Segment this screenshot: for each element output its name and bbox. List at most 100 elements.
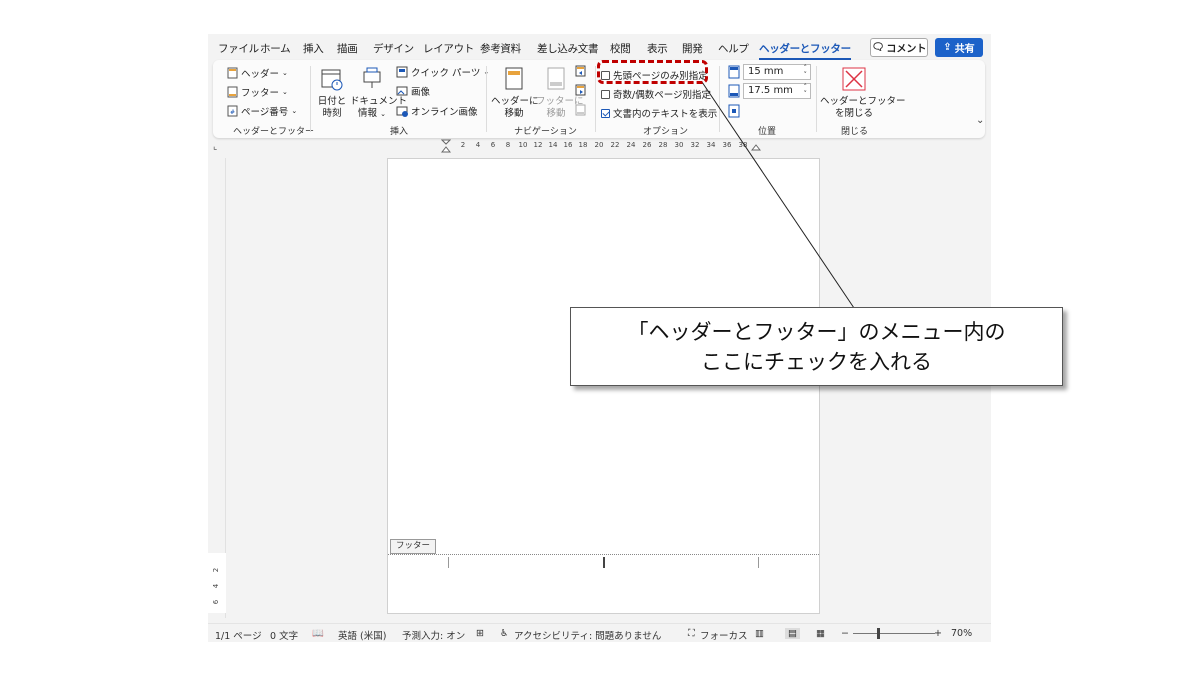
- close-label-2: を閉じる: [834, 108, 873, 119]
- right-indent-icon[interactable]: [751, 143, 761, 151]
- ruler-tick: 34: [706, 141, 716, 149]
- comment-label: コメント: [886, 44, 927, 55]
- focus-mode[interactable]: フォーカス: [700, 628, 748, 642]
- ruler-tick: 6: [490, 141, 496, 149]
- odd-even-checkbox[interactable]: 奇数/偶数ページ別指定: [601, 87, 711, 101]
- comment-icon: 🗨: [871, 42, 885, 53]
- next-section-icon: [575, 84, 586, 96]
- tab-help[interactable]: ヘルプ: [718, 41, 749, 56]
- tab-design[interactable]: デザイン: [373, 41, 414, 56]
- footer-position-spinner[interactable]: 17.5 mm ˄ ˅: [743, 83, 811, 99]
- header-label: ヘッダー: [241, 69, 280, 80]
- tab-review[interactable]: 校閲: [610, 41, 631, 56]
- goto-footer-button[interactable]: フッターに 移動: [536, 66, 584, 120]
- ruler-tick: 16: [563, 141, 573, 149]
- focus-icon[interactable]: ⛶: [688, 628, 695, 639]
- ruler-tick: 38: [738, 141, 748, 149]
- ruler-tick: 12: [533, 141, 543, 149]
- quick-parts-dropdown[interactable]: クイック パーツ ⌄: [396, 65, 489, 79]
- group-label-options: オプション: [643, 127, 689, 137]
- chevron-down-icon: ⌄: [282, 88, 288, 96]
- ruler-tick: 32: [690, 141, 700, 149]
- chevron-down-icon[interactable]: ⌄: [976, 115, 984, 126]
- comment-button[interactable]: 🗨 コメント: [870, 38, 928, 57]
- ribbon-tabs: ファイル ホーム 挿入 描画 デザイン レイアウト 参考資料 差し込み文書 校閲…: [208, 34, 991, 60]
- text-predictions[interactable]: 予測入力: オン: [402, 628, 465, 642]
- tab-file[interactable]: ファイル: [218, 41, 259, 56]
- tab-view[interactable]: 表示: [647, 41, 668, 56]
- share-label: 共有: [954, 44, 975, 55]
- tab-layout[interactable]: レイアウト: [423, 41, 474, 56]
- tab-selector[interactable]: ⌞: [213, 142, 217, 152]
- goto-header-label-2: 移動: [504, 108, 524, 119]
- ruler-tick: 30: [674, 141, 684, 149]
- tab-home[interactable]: ホーム: [260, 41, 291, 56]
- indent-marker-icon[interactable]: [441, 139, 451, 153]
- zoom-in-icon[interactable]: +: [934, 628, 942, 639]
- show-text-label: 文書内のテキストを表示: [613, 109, 718, 120]
- header-dropdown[interactable]: ヘッダー ⌄: [227, 66, 288, 80]
- web-layout-icon[interactable]: ▦: [816, 628, 825, 639]
- share-button[interactable]: ⇪ 共有: [935, 38, 983, 57]
- goto-header-button[interactable]: ヘッダーに 移動: [491, 66, 539, 120]
- zoom-out-icon[interactable]: −: [841, 628, 849, 639]
- horizontal-ruler[interactable]: 2 4 6 8 10 12 14 16 18 20 22 24 26 28 30…: [388, 139, 820, 153]
- close-icon: [842, 67, 866, 91]
- accessibility-icon[interactable]: ♿: [500, 628, 509, 639]
- insert-alignment-tab-icon[interactable]: [728, 104, 740, 118]
- tab-header-footer[interactable]: ヘッダーとフッター: [759, 41, 851, 60]
- spinner-arrows-icon[interactable]: ˄ ˅: [804, 65, 808, 79]
- picture-button[interactable]: 画像: [396, 84, 430, 98]
- ruler-tick: 28: [658, 141, 668, 149]
- document-page[interactable]: フッター: [387, 158, 820, 614]
- read-mode-icon[interactable]: ▥: [755, 628, 764, 639]
- macro-icon[interactable]: ⊞: [476, 628, 484, 639]
- show-text-check[interactable]: [601, 108, 610, 118]
- page-number-dropdown[interactable]: # ページ番号 ⌄: [227, 104, 297, 118]
- goto-header-label-1: ヘッダーに: [491, 96, 539, 107]
- ruler-tick: 10: [518, 141, 528, 149]
- zoom-level[interactable]: 70%: [951, 628, 972, 639]
- page-count[interactable]: 1/1 ページ: [215, 628, 262, 642]
- next-button[interactable]: [575, 84, 587, 96]
- link-previous-icon: [575, 104, 586, 116]
- link-previous-button[interactable]: [575, 104, 587, 116]
- group-separator: [595, 66, 596, 132]
- header-position-spinner[interactable]: 15 mm ˄ ˅: [743, 64, 811, 80]
- zoom-slider-track[interactable]: [853, 633, 935, 634]
- callout-line-1: 「ヘッダーとフッター」のメニュー内の: [627, 320, 1006, 344]
- doc-info-label-1: ドキュメント: [350, 96, 408, 107]
- vertical-ruler[interactable]: 2 4 6: [208, 158, 226, 618]
- tab-insert[interactable]: 挿入: [303, 41, 324, 56]
- zoom-slider-thumb[interactable]: [877, 628, 880, 639]
- print-layout-icon[interactable]: ▤: [785, 628, 800, 639]
- tab-mailings[interactable]: 差し込み文書: [537, 41, 599, 56]
- tab-references[interactable]: 参考資料: [480, 41, 521, 56]
- vruler-tick: 6: [212, 599, 221, 605]
- tab-developer[interactable]: 開発: [682, 41, 703, 56]
- close-header-footer-button[interactable]: ヘッダーとフッター を閉じる: [820, 66, 906, 120]
- quick-parts-icon: [396, 66, 408, 78]
- previous-button[interactable]: [575, 65, 587, 77]
- ruler-tick: 2: [460, 141, 466, 149]
- spinner-arrows-icon[interactable]: ˄ ˅: [804, 84, 808, 98]
- footer-label: フッター: [241, 88, 280, 99]
- document-info-icon: [363, 67, 381, 88]
- chevron-down-icon: ⌄: [380, 110, 386, 118]
- footer-position-value: 17.5 mm: [748, 85, 793, 96]
- date-time-label-1: 日付と: [317, 96, 347, 107]
- odd-even-check[interactable]: [601, 89, 610, 99]
- footer-dropdown[interactable]: フッター ⌄: [227, 85, 288, 99]
- accessibility-status[interactable]: アクセシビリティ: 問題ありません: [514, 628, 661, 642]
- show-text-checkbox[interactable]: 文書内のテキストを表示: [601, 106, 717, 120]
- word-count[interactable]: 0 文字: [270, 628, 298, 642]
- doc-info-button[interactable]: ドキュメント 情報 ⌄: [350, 66, 408, 120]
- tab-draw[interactable]: 描画: [337, 41, 358, 56]
- highlight-box: [597, 60, 708, 84]
- online-picture-button[interactable]: オンライン画像: [396, 104, 478, 118]
- group-label-position: 位置: [758, 127, 777, 137]
- proofing-icon[interactable]: 📖: [312, 628, 324, 639]
- language-indicator[interactable]: 英語 (米国): [338, 628, 386, 642]
- date-time-button[interactable]: 日付と 時刻: [316, 66, 348, 120]
- group-separator: [719, 66, 720, 132]
